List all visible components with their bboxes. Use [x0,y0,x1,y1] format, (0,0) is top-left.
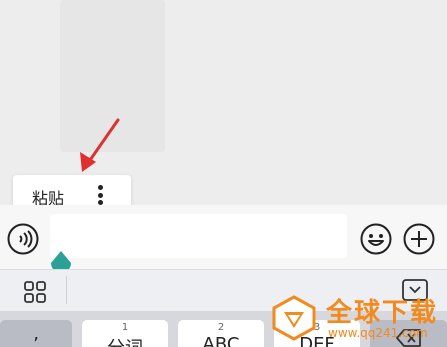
watermark-logo-icon [272,295,316,341]
key-2[interactable]: 2 ABC [178,320,264,347]
watermark-url: www.qq241.com [328,326,428,340]
grid-icon[interactable] [24,281,46,303]
message-input[interactable] [50,214,347,258]
key-1[interactable]: 1 分词 [82,320,168,347]
voice-icon[interactable] [7,223,39,255]
toolbar-divider [66,276,67,304]
blurred-message [60,0,165,152]
key-punctuation[interactable]: ’ [0,320,72,347]
watermark-text: 全球下载 [326,298,439,328]
plus-icon[interactable] [403,223,435,255]
site-watermark: 全球下载 www.qq241.com [270,292,445,347]
emoji-icon[interactable] [360,223,392,255]
